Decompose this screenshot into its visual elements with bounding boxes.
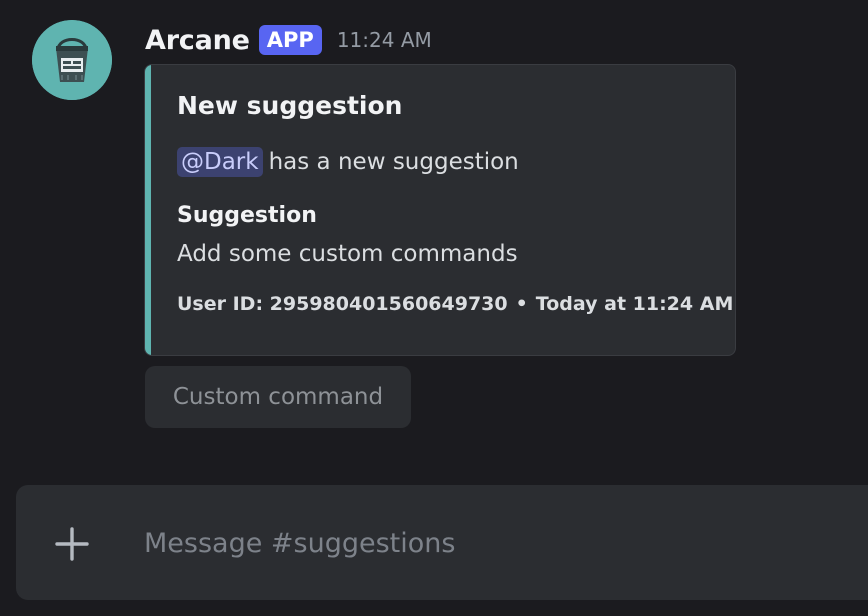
footer-user-id: User ID: 295980401560649730 [177,293,508,315]
app-badge: APP [258,25,322,55]
message-input[interactable] [144,515,844,571]
message-timestamp[interactable]: 11:24 AM [337,28,432,52]
suggestion-embed: New suggestion @Dark has a new suggestio… [144,64,736,356]
custom-command-button[interactable]: Custom command [145,366,411,428]
chat-view: Arcane APP 11:24 AM New suggestion @Dark… [0,0,868,616]
embed-field-name: Suggestion [177,203,317,228]
user-mention[interactable]: @Dark [177,147,263,177]
embed-description-text: has a new suggestion [268,149,519,175]
plus-icon[interactable] [52,524,92,564]
embed-title: New suggestion [177,91,403,120]
message-composer [16,485,868,600]
footer-time: Today at 11:24 AM [535,293,734,315]
embed-description: @Dark has a new suggestion [177,147,519,177]
paint-bucket-icon [32,20,112,100]
embed-field-value: Add some custom commands [177,241,518,267]
message-header: Arcane APP 11:24 AM [145,20,432,60]
footer-separator: • [515,293,528,315]
embed-accent-bar [145,65,151,355]
avatar[interactable] [32,20,112,100]
author-name[interactable]: Arcane [145,25,250,56]
embed-footer: User ID: 295980401560649730 • Today at 1… [177,293,733,315]
